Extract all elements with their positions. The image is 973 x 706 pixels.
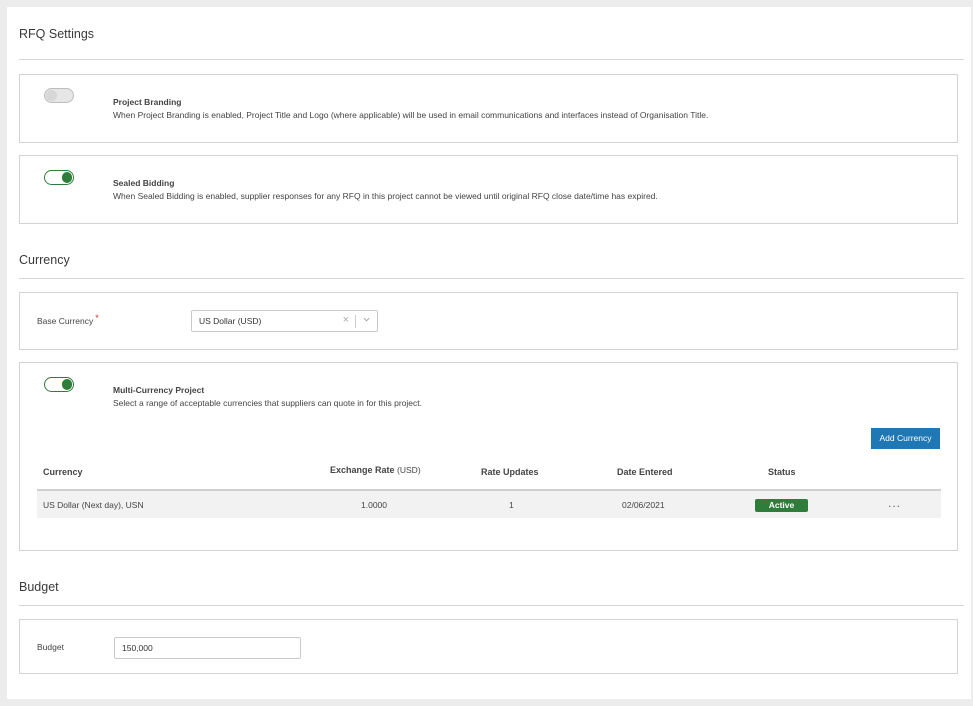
rfq-settings-title: RFQ Settings [19,27,95,41]
project-branding-toggle[interactable] [44,88,74,103]
sealed-bidding-card: Sealed Bidding When Sealed Bidding is en… [19,155,958,224]
add-currency-button[interactable]: Add Currency [871,428,940,449]
divider [19,59,964,60]
currency-title: Currency [19,253,70,267]
base-currency-select[interactable]: US Dollar (USD) × [191,310,378,332]
column-header-date-entered[interactable]: Date Entered [617,467,673,477]
cell-currency: US Dollar (Next day), USN [43,500,144,510]
base-currency-label-text: Base Currency [37,316,94,326]
divider [19,605,964,606]
budget-label: Budget [37,642,64,652]
clear-icon[interactable]: × [343,314,349,326]
divider [19,278,964,279]
base-currency-value: US Dollar (USD) [199,316,262,326]
cell-rate-updates: 1 [509,500,514,510]
toggle-knob [46,90,57,101]
column-header-rate-updates[interactable]: Rate Updates [481,467,539,477]
column-header-exchange-rate[interactable]: Exchange Rate (USD) [330,465,421,475]
more-options-icon[interactable]: ... [888,496,901,510]
select-separator [355,315,356,328]
sealed-bidding-description: When Sealed Bidding is enabled, supplier… [113,191,658,201]
project-branding-title: Project Branding [113,97,182,107]
budget-input[interactable]: 150,000 [114,637,301,659]
exchange-rate-unit: (USD) [397,465,421,475]
exchange-rate-header-label: Exchange Rate [330,465,395,475]
settings-page: RFQ Settings Project Branding When Proje… [7,7,971,699]
multi-currency-toggle[interactable] [44,377,74,392]
cell-date-entered: 02/06/2021 [622,500,665,510]
multi-currency-card: Multi-Currency Project Select a range of… [19,362,958,551]
chevron-down-icon[interactable] [363,316,370,323]
toggle-knob [61,172,72,183]
column-header-status[interactable]: Status [768,467,796,477]
sealed-bidding-title: Sealed Bidding [113,178,175,188]
cell-exchange-rate: 1.0000 [361,500,387,510]
budget-title: Budget [19,580,59,594]
required-marker: * [95,313,99,323]
budget-card: Budget 150,000 [19,619,958,674]
table-row[interactable]: US Dollar (Next day), USN 1.0000 1 02/06… [37,489,941,518]
multi-currency-title: Multi-Currency Project [113,385,205,395]
sealed-bidding-toggle[interactable] [44,170,74,185]
status-badge: Active [755,499,808,512]
multi-currency-description: Select a range of acceptable currencies … [113,398,423,408]
toggle-knob [61,379,72,390]
column-header-currency[interactable]: Currency [43,467,83,477]
project-branding-description: When Project Branding is enabled, Projec… [113,110,709,120]
project-branding-card: Project Branding When Project Branding i… [19,74,958,143]
base-currency-card: Base Currency * US Dollar (USD) × [19,292,958,350]
base-currency-label: Base Currency * [37,313,99,326]
